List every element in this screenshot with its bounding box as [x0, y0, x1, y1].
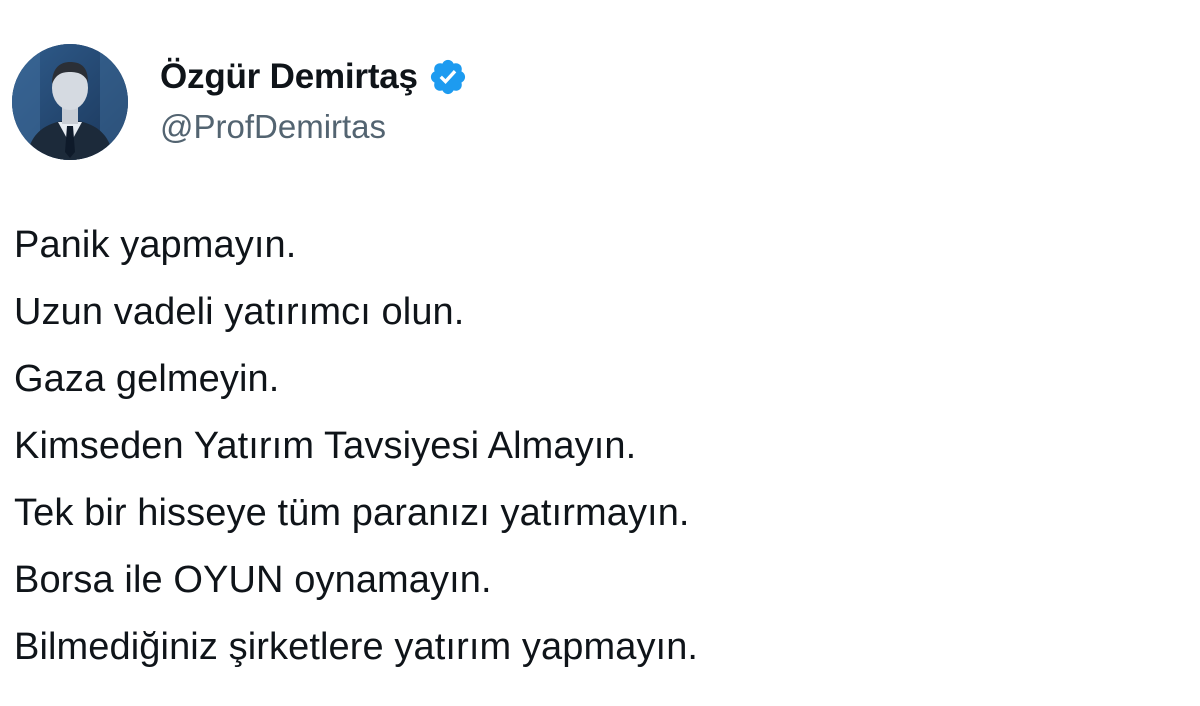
tweet-line: Panik yapmayın. [14, 224, 297, 266]
tweet-line: Uzun vadeli yatırımcı olun. [14, 291, 465, 333]
tweet-line: Tek bir hisseye tüm paranızı yatırmayın. [14, 492, 690, 534]
tweet-text: Panik yapmayın. Uzun vadeli yatırımcı ol… [14, 212, 698, 681]
author-handle[interactable]: @ProfDemirtas [160, 108, 468, 146]
tweet-card: Özgür Demirtaş @ProfDemirtas Panik yapma… [0, 0, 1200, 706]
tweet-line: Kimseden Yatırım Tavsiyesi Almayın. [14, 425, 637, 467]
name-row: Özgür Demirtaş [160, 54, 468, 100]
tweet-header: Özgür Demirtaş @ProfDemirtas [12, 44, 468, 162]
avatar-photo-icon [12, 44, 128, 160]
author-display-name[interactable]: Özgür Demirtaş [160, 57, 418, 97]
author-names: Özgür Demirtaş @ProfDemirtas [160, 54, 468, 146]
avatar[interactable] [12, 44, 128, 160]
verified-badge-icon [428, 57, 468, 97]
tweet-line: Gaza gelmeyin. [14, 358, 280, 400]
tweet-line: Borsa ile OYUN oynamayın. [14, 559, 492, 601]
tweet-line: Bilmediğiniz şirketlere yatırım yapmayın… [14, 626, 699, 668]
